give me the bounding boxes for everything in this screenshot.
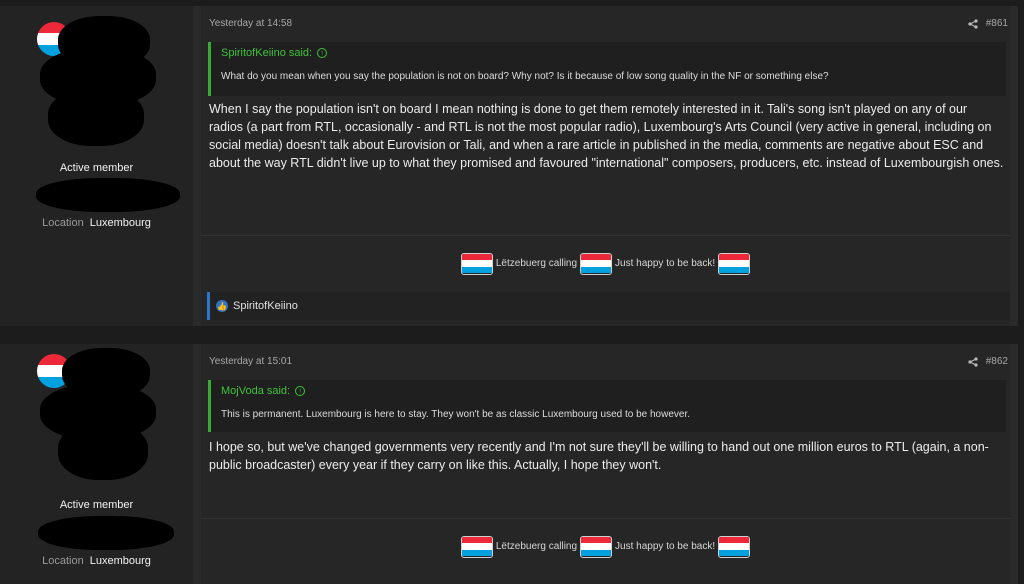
signature-text: Just happy to be back! [615, 541, 716, 552]
user-role: Active member [59, 162, 134, 174]
reactions-bar: 👍 SpiritofKeiino [207, 292, 1010, 320]
redacted-username [36, 178, 180, 212]
quote-text: What do you mean when you say the popula… [221, 71, 829, 82]
redacted-username [38, 516, 174, 550]
reaction-users[interactable]: SpiritofKeiino [233, 300, 298, 312]
post-timestamp[interactable]: Yesterday at 15:01 [209, 356, 292, 367]
luxembourg-flag-icon [718, 252, 751, 275]
post-main: Yesterday at 15:01 #862 MojVoda said: ↑ … [201, 344, 1010, 584]
location-value: Luxembourg [89, 217, 151, 229]
user-sidebar: Active member Location Luxembourg [0, 344, 193, 584]
signature-text: Just happy to be back! [615, 258, 716, 269]
user-location: Location Luxembourg [0, 555, 193, 567]
post-number[interactable]: #861 [986, 18, 1008, 29]
luxembourg-flag-icon [460, 252, 493, 275]
signature-text: Lëtzebuerg calling [495, 258, 578, 269]
post-main: Yesterday at 14:58 #861 SpiritofKeiino s… [201, 6, 1010, 326]
quote-author[interactable]: MojVoda said: [221, 385, 290, 397]
avatar[interactable] [36, 348, 156, 486]
post-body: When I say the population isn't on board… [209, 102, 1004, 170]
post-actions: #861 [968, 18, 1008, 29]
quote-author[interactable]: SpiritofKeiino said: [221, 47, 312, 59]
post-body: I hope so, but we've changed governments… [209, 440, 989, 472]
user-role: Active member [59, 499, 134, 511]
quote-block: MojVoda said: ↑ This is permanent. Luxem… [208, 380, 1006, 432]
post: Active member Location Luxembourg Yesterd… [0, 6, 1018, 326]
signature: Lëtzebuerg calling Just happy to be back… [201, 235, 1010, 291]
quote-author-link[interactable]: MojVoda said: ↑ [221, 385, 996, 397]
luxembourg-flag-icon [460, 535, 493, 558]
luxembourg-flag-icon [580, 252, 613, 275]
post-timestamp[interactable]: Yesterday at 14:58 [209, 18, 292, 29]
post: Active member Location Luxembourg Yesterd… [0, 344, 1018, 584]
share-icon[interactable] [968, 18, 978, 29]
luxembourg-flag-icon [580, 535, 613, 558]
location-label: Location [42, 217, 84, 229]
like-icon: 👍 [216, 300, 228, 312]
quote-block: SpiritofKeiino said: ↑ What do you mean … [208, 42, 1006, 96]
post-actions: #862 [968, 356, 1008, 367]
signature-text: Lëtzebuerg calling [495, 541, 578, 552]
redacted-avatar [48, 88, 144, 146]
quote-author-link[interactable]: SpiritofKeiino said: ↑ [221, 47, 996, 59]
arrow-up-circle-icon[interactable]: ↑ [295, 386, 306, 396]
quote-text: This is permanent. Luxembourg is here to… [221, 409, 691, 420]
user-sidebar: Active member Location Luxembourg [0, 6, 193, 326]
location-label: Location [42, 555, 84, 567]
post-number[interactable]: #862 [986, 356, 1008, 367]
signature: Lëtzebuerg calling Just happy to be back… [201, 518, 1010, 574]
redacted-avatar [58, 422, 148, 480]
share-icon[interactable] [968, 356, 978, 367]
user-location: Location Luxembourg [0, 217, 193, 229]
avatar[interactable] [36, 16, 156, 148]
luxembourg-flag-icon [718, 535, 751, 558]
location-value: Luxembourg [89, 555, 151, 567]
arrow-up-circle-icon[interactable]: ↑ [317, 48, 328, 58]
